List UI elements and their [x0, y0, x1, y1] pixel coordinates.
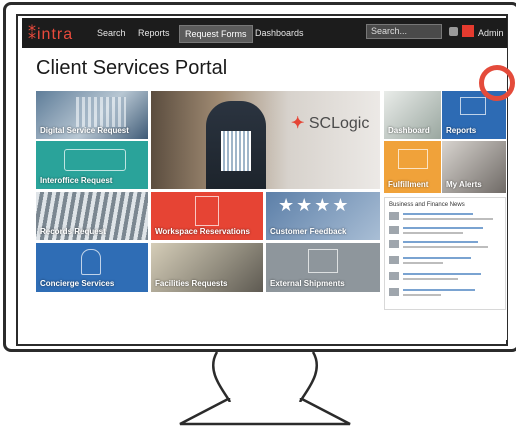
- nav-item-dashboards[interactable]: Dashboards: [255, 28, 304, 38]
- news-headline-link[interactable]: [403, 289, 475, 291]
- tile-label: Records Request: [40, 227, 106, 236]
- box-icon: [308, 249, 338, 273]
- news-thumbnail: [389, 272, 399, 280]
- nav-item-reports[interactable]: Reports: [138, 28, 170, 38]
- tile-label: Interoffice Request: [40, 176, 113, 185]
- tile-my-alerts[interactable]: My Alerts: [442, 141, 506, 193]
- tile-label: Customer Feedback: [270, 227, 347, 236]
- page-title: Client Services Portal: [36, 57, 228, 79]
- brand-text: SCLogic: [308, 115, 370, 132]
- fulfillment-icon: [398, 149, 428, 169]
- user-menu[interactable]: Admin: [478, 28, 504, 38]
- tile-label: Facilities Requests: [155, 279, 228, 288]
- tile-customer-feedback[interactable]: ★★★★ Customer Feedback: [266, 192, 380, 240]
- news-feed-panel: Business and Finance News: [384, 197, 506, 310]
- decorative-circle: [479, 65, 515, 101]
- news-thumbnail: [389, 212, 399, 220]
- barcode-graphic: [221, 131, 251, 171]
- tile-interoffice-request[interactable]: Interoffice Request: [36, 141, 148, 189]
- top-nav-bar: ⁑intra Search Reports Request Forms Dash…: [22, 18, 507, 48]
- tile-external-shipments[interactable]: External Shipments: [266, 243, 380, 292]
- tile-label: Workspace Reservations: [155, 227, 251, 236]
- tile-dashboard[interactable]: Dashboard: [384, 91, 441, 139]
- concierge-icon: [81, 249, 101, 275]
- tile-label: My Alerts: [446, 180, 482, 189]
- news-thumbnail: [389, 288, 399, 296]
- brand-icon: ✦: [291, 115, 305, 132]
- hero-banner: ✦ SCLogic: [151, 91, 380, 189]
- news-thumbnail: [389, 226, 399, 234]
- news-snippet: [403, 232, 463, 234]
- papers-graphic: [76, 97, 126, 127]
- cart-icon: [64, 149, 126, 171]
- news-headline-link[interactable]: [403, 213, 473, 215]
- user-icon[interactable]: [449, 27, 458, 36]
- tile-label: Fulfillment: [388, 180, 429, 189]
- tile-label: Dashboard: [388, 126, 430, 135]
- news-snippet: [403, 218, 493, 220]
- nav-item-request-forms[interactable]: Request Forms: [179, 25, 253, 43]
- tile-workspace-reservations[interactable]: Workspace Reservations: [151, 192, 263, 240]
- tile-label: Digital Service Request: [40, 126, 129, 135]
- news-headline-link[interactable]: [403, 241, 478, 243]
- logo-text: intra: [37, 26, 74, 43]
- tile-records-request[interactable]: Records Request: [36, 192, 148, 240]
- news-snippet: [403, 246, 488, 248]
- stars-icon: ★★★★: [278, 195, 351, 215]
- nav-item-search[interactable]: Search: [97, 28, 126, 38]
- reports-icon: [460, 97, 486, 115]
- news-headline-link[interactable]: [403, 273, 481, 275]
- search-input[interactable]: Search...: [366, 24, 442, 39]
- office-chair-icon: [195, 196, 219, 226]
- news-headline-link[interactable]: [403, 257, 471, 259]
- tile-facilities-requests[interactable]: Facilities Requests: [151, 243, 263, 292]
- tile-label: Reports: [446, 126, 477, 135]
- news-headline-link[interactable]: [403, 227, 483, 229]
- tile-label: Concierge Services: [40, 279, 115, 288]
- monitor-stand-base: [179, 398, 351, 426]
- app-logo[interactable]: ⁑intra: [28, 24, 73, 44]
- tile-label: External Shipments: [270, 279, 345, 288]
- tile-concierge-services[interactable]: Concierge Services: [36, 243, 148, 292]
- news-snippet: [403, 294, 441, 296]
- tile-digital-service-request[interactable]: Digital Service Request: [36, 91, 148, 139]
- news-title: Business and Finance News: [389, 202, 465, 208]
- notification-badge[interactable]: [462, 25, 474, 37]
- news-thumbnail: [389, 256, 399, 264]
- portal-screen: ⁑intra Search Reports Request Forms Dash…: [22, 18, 507, 340]
- news-snippet: [403, 262, 443, 264]
- news-snippet: [403, 278, 458, 280]
- monitor-stand-neck: [212, 352, 318, 402]
- news-thumbnail: [389, 240, 399, 248]
- logo-icon: ⁑: [28, 26, 37, 43]
- brand-logo: ✦ SCLogic: [291, 113, 369, 133]
- tile-fulfillment[interactable]: Fulfillment: [384, 141, 441, 193]
